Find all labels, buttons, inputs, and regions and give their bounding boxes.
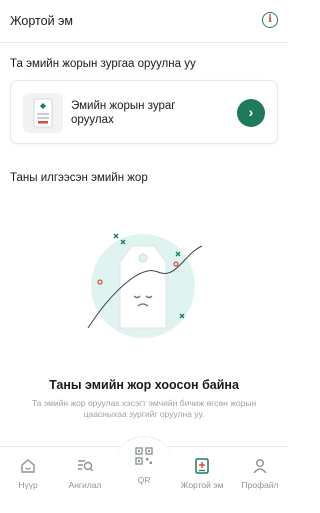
upload-card-label: Эмийн жорын зураг оруулах — [71, 100, 176, 126]
prescription-icon — [195, 458, 209, 474]
sent-prescriptions-title: Таны илгээсэн эмийн жор — [10, 172, 148, 184]
info-icon[interactable]: i — [262, 12, 278, 28]
qr-code-icon — [135, 447, 153, 465]
nav-label: Жортой эм — [180, 480, 224, 490]
category-search-icon — [78, 460, 94, 472]
empty-state-description: Та эмийн жор оруулах хэсэгт эмчийн бичиж… — [31, 398, 257, 419]
nav-item-prescription[interactable]: Жортой эм — [174, 457, 230, 490]
prescription-icon — [23, 93, 63, 133]
nav-label: Профайл — [241, 480, 279, 490]
home-icon — [21, 459, 35, 473]
nav-label: Нүүр — [18, 480, 38, 490]
user-icon — [253, 459, 267, 474]
app-header: Жортой эм i — [0, 0, 288, 43]
chevron-right-icon[interactable]: › — [237, 99, 265, 127]
upload-prescription-card[interactable]: Эмийн жорын зураг оруулах › — [10, 80, 278, 144]
nav-item-profile[interactable]: Профайл — [232, 457, 288, 490]
qr-button[interactable] — [114, 436, 174, 477]
upload-section-title: Та эмийн жорын зургаа оруулна уу — [10, 58, 196, 70]
nav-item-home[interactable]: Нүүр — [0, 457, 56, 490]
sad-prescription-tag-icon — [80, 224, 210, 354]
empty-state-title: Таны эмийн жор хоосон байна — [49, 378, 239, 392]
nav-label: Ангилал — [68, 480, 102, 490]
page-title: Жортой эм — [10, 14, 73, 28]
nav-item-category[interactable]: Ангилал — [57, 457, 113, 490]
